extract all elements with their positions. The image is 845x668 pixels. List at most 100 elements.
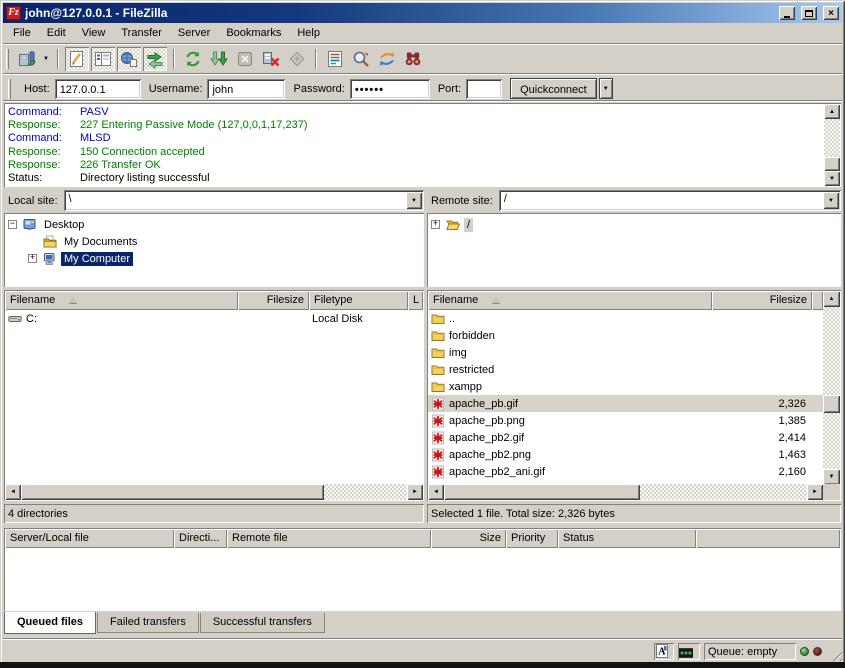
tree-item-my-documents[interactable]: My Documents: [8, 233, 422, 250]
remote-site-combo[interactable]: / ▼: [499, 190, 841, 211]
find-files-button[interactable]: [401, 47, 425, 71]
process-queue-button[interactable]: [207, 47, 231, 71]
menu-item-bookmarks[interactable]: Bookmarks: [218, 25, 289, 42]
menu-item-file[interactable]: File: [5, 25, 39, 42]
site-manager-button[interactable]: [15, 47, 39, 71]
sync-browse-button[interactable]: [375, 47, 399, 71]
file-row-apache-pb2-ani-gif[interactable]: apache_pb2_ani.gif2,160: [428, 463, 823, 480]
remote-vscrollbar[interactable]: ▲ ▼: [823, 291, 840, 485]
tab-queued-files[interactable]: Queued files: [4, 612, 96, 634]
password-input[interactable]: [350, 79, 430, 99]
expand-icon[interactable]: +: [28, 254, 37, 263]
column-header-priority[interactable]: Priority: [506, 529, 558, 548]
remote-site-dropdown[interactable]: ▼: [823, 192, 839, 209]
local-hscrollbar[interactable]: ◄ ►: [5, 484, 423, 500]
column-header-filename[interactable]: Filename: [5, 291, 238, 310]
scroll-left-button[interactable]: ◄: [428, 484, 444, 500]
column-header-server-local-file[interactable]: Server/Local file: [5, 529, 174, 548]
column-header-remote-file[interactable]: Remote file: [227, 529, 431, 548]
tab-successful-transfers[interactable]: Successful transfers: [200, 613, 325, 633]
speed-limits-indicator[interactable]: [678, 643, 700, 660]
username-input[interactable]: [207, 79, 285, 99]
scroll-right-button[interactable]: ►: [407, 484, 423, 500]
expand-icon[interactable]: +: [431, 220, 440, 229]
toggle-log-button[interactable]: [65, 47, 89, 71]
minimize-button[interactable]: [779, 6, 795, 20]
local-site-dropdown[interactable]: ▼: [406, 192, 422, 209]
file-size-cell: [712, 327, 812, 344]
password-field: [350, 79, 430, 99]
title-bar[interactable]: Fz john@127.0.0.1 - FileZilla ×: [3, 3, 842, 23]
refresh-button[interactable]: [181, 47, 205, 71]
local-site-combo[interactable]: \ ▼: [64, 190, 424, 211]
close-button[interactable]: ×: [823, 6, 839, 20]
log-scrollbar[interactable]: ▲ ▼: [824, 104, 840, 186]
quickbar-grip[interactable]: [8, 79, 11, 99]
site-manager-dropdown[interactable]: ▼: [40, 47, 52, 71]
file-row-apache-pb2-gif[interactable]: apache_pb2.gif2,414: [428, 429, 823, 446]
menu-item-help[interactable]: Help: [289, 25, 328, 42]
menu-item-edit[interactable]: Edit: [39, 25, 74, 42]
scroll-thumb[interactable]: [444, 484, 640, 500]
maximize-button[interactable]: [801, 6, 817, 20]
file-row-restricted[interactable]: restricted: [428, 361, 823, 378]
column-header-label: Filename: [433, 294, 478, 306]
file-row-c[interactable]: C:Local Disk: [5, 310, 423, 327]
column-header-size[interactable]: Size: [431, 529, 506, 548]
scroll-down-button[interactable]: ▼: [824, 171, 840, 186]
quickconnect-button[interactable]: Quickconnect: [510, 78, 597, 99]
host-input[interactable]: [55, 79, 141, 99]
tree-item-desktop[interactable]: −Desktop: [8, 216, 422, 233]
remote-hscrollbar[interactable]: ◄ ►: [428, 484, 823, 500]
menu-item-transfer[interactable]: Transfer: [113, 25, 170, 42]
file-name: apache_pb.png: [449, 415, 525, 427]
toggle-remote-tree-button[interactable]: [117, 47, 141, 71]
column-header-filesize[interactable]: Filesize: [712, 291, 812, 310]
column-header-filesize[interactable]: Filesize: [238, 291, 309, 310]
toolbar-grip[interactable]: [6, 49, 9, 69]
file-row-xampp[interactable]: xampp: [428, 378, 823, 395]
log-text: MLSD: [80, 132, 111, 145]
scroll-track[interactable]: [823, 307, 840, 469]
scroll-track[interactable]: [640, 484, 807, 500]
menu-item-server[interactable]: Server: [170, 25, 218, 42]
scroll-track[interactable]: [324, 484, 407, 500]
scroll-track[interactable]: [824, 119, 840, 171]
tree-item-my-computer[interactable]: +My Computer: [8, 250, 422, 267]
file-row-img[interactable]: img: [428, 344, 823, 361]
file-row-item[interactable]: ..: [428, 310, 823, 327]
queue-status: Queue: empty: [704, 643, 796, 660]
column-header-status[interactable]: Status: [558, 529, 696, 548]
disconnect-button[interactable]: [259, 47, 283, 71]
file-row-apache-pb-gif[interactable]: apache_pb.gif2,326: [428, 395, 823, 412]
scroll-up-button[interactable]: ▲: [824, 104, 840, 119]
quickconnect-dropdown[interactable]: ▼: [599, 78, 613, 99]
tree-item-item[interactable]: +/: [431, 216, 839, 233]
toggle-queue-button[interactable]: [143, 47, 167, 71]
toolbar-separator: [57, 49, 59, 69]
file-row-apache-pb-png[interactable]: apache_pb.png1,385: [428, 412, 823, 429]
scroll-left-button[interactable]: ◄: [5, 484, 21, 500]
column-header-filetype[interactable]: Filetype: [309, 291, 408, 310]
file-row-forbidden[interactable]: forbidden: [428, 327, 823, 344]
compare-button[interactable]: [349, 47, 373, 71]
scroll-up-button[interactable]: ▲: [823, 291, 840, 307]
cancel-button: [233, 47, 257, 71]
port-input[interactable]: [466, 79, 502, 99]
scroll-thumb[interactable]: [823, 395, 840, 413]
column-header-label: Filesize: [770, 294, 807, 306]
scroll-right-button[interactable]: ►: [807, 484, 823, 500]
file-row-apache-pb2-png[interactable]: apache_pb2.png1,463: [428, 446, 823, 463]
transfer-type-indicator[interactable]: A: [654, 643, 674, 660]
scroll-thumb[interactable]: [824, 157, 840, 171]
toggle-local-tree-button[interactable]: [91, 47, 115, 71]
column-header-l[interactable]: L: [408, 291, 423, 310]
filter-button[interactable]: [323, 47, 347, 71]
collapse-icon[interactable]: −: [8, 220, 17, 229]
menu-item-view[interactable]: View: [74, 25, 114, 42]
column-header-directi[interactable]: Directi...: [174, 529, 227, 548]
tab-failed-transfers[interactable]: Failed transfers: [97, 613, 199, 633]
scroll-down-button[interactable]: ▼: [823, 469, 840, 485]
column-header-filename[interactable]: Filename: [428, 291, 712, 310]
scroll-thumb[interactable]: [21, 484, 324, 500]
